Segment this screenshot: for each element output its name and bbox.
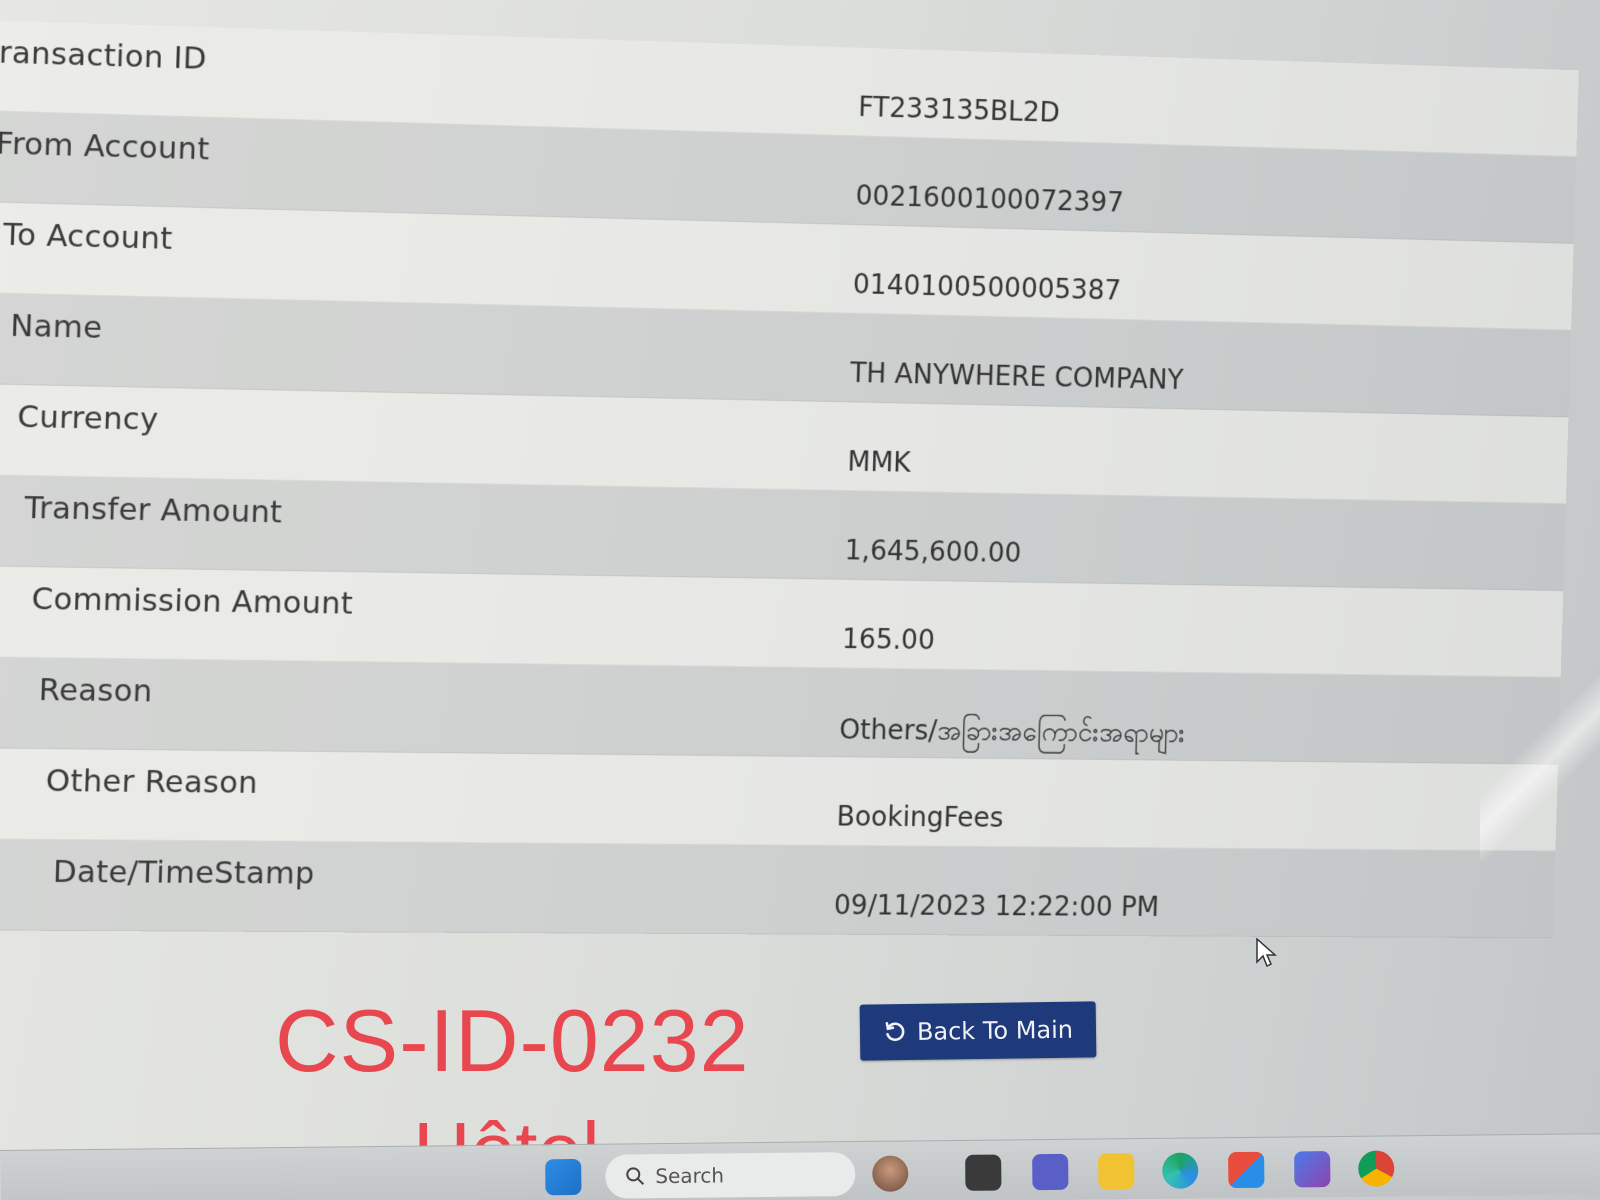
value-currency: MMK (847, 445, 912, 479)
label-from-account: From Account (0, 125, 211, 168)
taskbar-search-box[interactable]: Search (605, 1152, 856, 1199)
detail-row-other-reason: Other Reason BookingFees (0, 748, 1559, 852)
avatar-icon[interactable] (872, 1155, 909, 1192)
undo-icon (885, 1021, 905, 1042)
label-commission-amount: Commission Amount (31, 581, 354, 622)
value-commission-amount: 165.00 (841, 622, 936, 657)
value-to-account: 0140100500005387 (852, 267, 1122, 307)
store-icon[interactable] (1228, 1151, 1265, 1189)
label-transaction-id: ransaction ID (0, 34, 208, 77)
label-other-reason: Other Reason (45, 763, 259, 801)
taskbar-search-placeholder: Search (655, 1163, 725, 1189)
edge-icon[interactable] (1162, 1152, 1199, 1189)
label-to-account: To Account (2, 216, 174, 257)
watermark-case-id: CS-ID-0232 (275, 991, 750, 1090)
value-date-timestamp: 09/11/2023 12:22:00 PM (833, 888, 1160, 923)
value-name: TH ANYWHERE COMPANY (849, 356, 1184, 396)
label-date-timestamp: Date/TimeStamp (52, 853, 316, 892)
label-currency: Currency (16, 398, 159, 438)
copilot-icon[interactable] (1294, 1151, 1331, 1188)
back-to-main-label: Back To Main (916, 1015, 1074, 1046)
transaction-details-table: ransaction ID FT233135BL2D From Account … (0, 20, 1579, 939)
value-from-account: 0021600100072397 (855, 179, 1125, 219)
windows-start-icon[interactable] (545, 1158, 582, 1196)
search-icon (626, 1167, 645, 1185)
back-to-main-button[interactable]: Back To Main (859, 1001, 1097, 1061)
label-transfer-amount: Transfer Amount (23, 490, 283, 531)
mouse-cursor-icon (1256, 938, 1277, 968)
taskbar: Search (0, 1133, 1600, 1200)
label-name: Name (9, 307, 103, 346)
task-view-icon[interactable] (965, 1154, 1002, 1191)
chrome-icon[interactable] (1358, 1150, 1395, 1187)
teams-icon[interactable] (1032, 1153, 1069, 1191)
screen: ransaction ID FT233135BL2D From Account … (0, 0, 1600, 1200)
detail-row-date-timestamp: Date/TimeStamp 09/11/2023 12:22:00 PM (0, 839, 1556, 939)
value-transaction-id: FT233135BL2D (857, 90, 1061, 129)
label-reason: Reason (38, 672, 154, 710)
value-reason: Others/အခြားအကြောင်းအရာများ (838, 713, 1186, 750)
file-explorer-icon[interactable] (1098, 1153, 1135, 1190)
value-transfer-amount: 1,645,600.00 (844, 533, 1022, 569)
value-other-reason: BookingFees (836, 800, 1004, 834)
